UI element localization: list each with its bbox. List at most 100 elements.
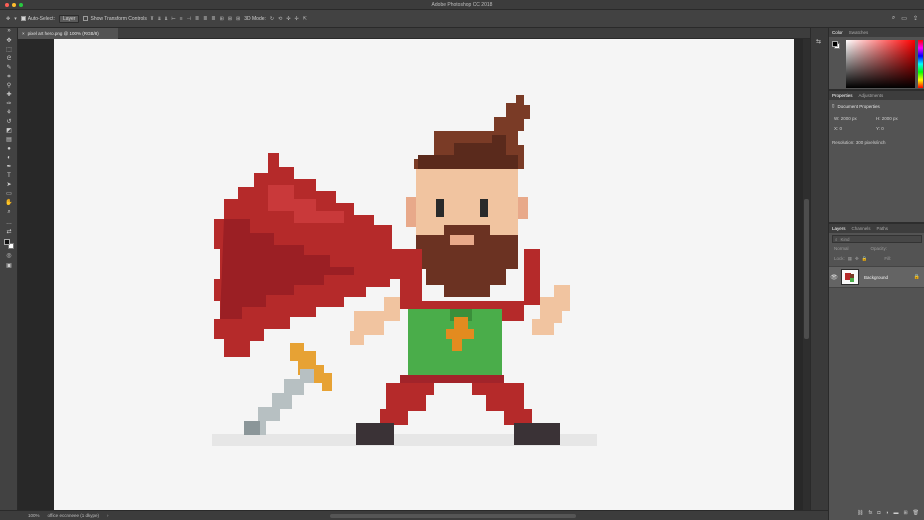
marquee-tool-icon[interactable]: ⬚ [5, 47, 13, 54]
status-bar: 100% office eccnneee (1 dkype) › [0, 510, 828, 520]
distribute-center-icon[interactable]: ⊞ [228, 16, 232, 22]
chevron-down-icon[interactable]: ▾ [14, 16, 17, 22]
y-field[interactable]: Y: 0 [876, 126, 884, 131]
fill-label[interactable]: Fill: [884, 256, 891, 264]
3d-scale-icon[interactable]: ⇱ [303, 16, 307, 22]
eraser-tool-icon[interactable]: ◩ [5, 128, 13, 135]
lock-position-icon[interactable]: ✥ [855, 256, 859, 264]
y-label: Y: [876, 126, 881, 131]
pen-tool-icon[interactable]: ✒ [5, 164, 13, 171]
tab-paths[interactable]: Paths [877, 226, 889, 231]
document-info[interactable]: office eccnneee (1 dkype) [48, 513, 99, 518]
tab-swatches[interactable]: Swatches [849, 30, 869, 35]
layer-style-icon[interactable]: fx [868, 510, 872, 516]
distribute-middle-icon[interactable]: ≣ [203, 16, 207, 22]
zoom-tool-icon[interactable]: ⌕ [5, 209, 13, 216]
workspace-icon[interactable]: ▭ [901, 15, 907, 22]
collapse-panels-icon[interactable]: ⇆ [816, 38, 821, 45]
blend-mode-dropdown[interactable]: Normal [834, 246, 849, 254]
color-swatches[interactable] [4, 239, 14, 249]
new-layer-icon[interactable]: ⊞ [903, 510, 907, 516]
filter-kind[interactable]: Kind [841, 237, 850, 242]
rectangle-tool-icon[interactable]: ▭ [5, 191, 13, 198]
document-canvas[interactable] [54, 39, 794, 510]
history-brush-tool-icon[interactable]: ↺ [5, 119, 13, 126]
zoom-level[interactable]: 100% [28, 513, 40, 518]
dodge-tool-icon[interactable]: ◐ [5, 155, 13, 162]
color-fg-bg[interactable] [832, 41, 840, 49]
x-value: 0 [839, 126, 843, 131]
tab-adjustments[interactable]: Adjustments [859, 93, 884, 98]
distribute-bottom-icon[interactable]: ≣ [211, 16, 215, 22]
eyedropper-tool-icon[interactable]: ⚲ [5, 83, 13, 90]
align-top-icon[interactable]: ⫪ [151, 16, 154, 22]
hand-tool-icon[interactable]: ✋ [5, 200, 13, 207]
align-middle-icon[interactable]: ⫫ [158, 16, 161, 22]
align-right-icon[interactable]: ⊣ [187, 16, 191, 22]
layer-name[interactable]: Background [864, 275, 914, 280]
horizontal-scrollbar[interactable] [330, 514, 576, 518]
show-transform-checkbox[interactable]: Show Transform Controls [83, 16, 147, 22]
screen-mode-icon[interactable]: ▣ [5, 263, 13, 270]
x-field[interactable]: X: 0 [834, 126, 842, 131]
lock-all-icon[interactable]: 🔒 [862, 256, 868, 264]
canvas-area[interactable] [18, 39, 810, 510]
tab-properties[interactable]: Properties [832, 93, 853, 98]
move-tool-icon[interactable]: ✥ [5, 38, 13, 45]
clone-stamp-tool-icon[interactable]: ⚘ [5, 110, 13, 117]
color-picker-field[interactable] [846, 40, 915, 88]
vertical-scroll-thumb[interactable] [804, 199, 809, 339]
blur-tool-icon[interactable]: ● [5, 146, 13, 153]
align-bottom-icon[interactable]: ⫫ [165, 16, 168, 22]
add-mask-icon[interactable]: ◘ [877, 510, 880, 516]
delete-layer-icon[interactable]: 🗑 [913, 510, 919, 516]
swap-colors-icon[interactable]: ⇄ [5, 229, 13, 236]
adjustment-layer-icon[interactable]: ◑ [885, 510, 888, 516]
auto-select-checkbox[interactable]: Auto-Select: [20, 16, 55, 22]
link-layers-icon[interactable]: ⛓ [857, 510, 863, 516]
lock-pixels-icon[interactable]: ▦ [848, 256, 852, 264]
3d-rotate-icon[interactable]: ↻ [270, 16, 274, 22]
3d-slide-icon[interactable]: ✢ [295, 16, 299, 22]
tab-channels[interactable]: Channels [852, 226, 871, 231]
gradient-tool-icon[interactable]: ▤ [5, 137, 13, 144]
search-icon[interactable]: ⌕ [892, 15, 895, 22]
3d-mode-label: 3D Mode: [244, 15, 266, 22]
visibility-eye-icon[interactable]: 👁 [829, 274, 839, 281]
tab-close-icon[interactable]: × [22, 31, 25, 36]
quick-mask-icon[interactable]: ◎ [5, 253, 13, 260]
auto-select-dropdown[interactable]: Layer [58, 14, 80, 23]
vertical-scrollbar[interactable] [803, 39, 810, 510]
hue-slider[interactable] [918, 40, 923, 88]
share-icon[interactable]: ⇪ [913, 15, 918, 22]
align-left-icon[interactable]: ⊢ [171, 16, 175, 22]
crop-tool-icon[interactable]: ⌗ [5, 74, 13, 81]
healing-brush-tool-icon[interactable]: ✚ [5, 92, 13, 99]
more-tools-icon[interactable]: … [5, 220, 13, 227]
distribute-right-icon[interactable]: ⊞ [236, 16, 240, 22]
brush-tool-icon[interactable]: ✑ [5, 101, 13, 108]
distribute-left-icon[interactable]: ⊞ [220, 16, 224, 22]
align-center-icon[interactable]: ≡ [180, 16, 183, 22]
width-field[interactable]: W: 2000 px [834, 116, 857, 121]
height-field[interactable]: H: 2000 px [876, 116, 898, 121]
tab-color[interactable]: Color [832, 30, 843, 35]
layer-filter[interactable]: ⌕ Kind [832, 235, 922, 243]
distribute-top-icon[interactable]: ≣ [195, 16, 199, 22]
opacity-label[interactable]: Opacity: [871, 246, 888, 254]
document-tab[interactable]: × pixel art hero.png @ 100% (RGB/8) [18, 28, 118, 39]
foreground-color-swatch[interactable] [4, 239, 10, 245]
type-tool-icon[interactable]: T [5, 173, 13, 180]
quick-selection-tool-icon[interactable]: ✎ [5, 65, 13, 72]
status-arrow-icon[interactable]: › [107, 513, 109, 518]
new-group-icon[interactable]: ▬ [893, 510, 898, 516]
3d-roll-icon[interactable]: ⟲ [278, 16, 282, 22]
path-selection-tool-icon[interactable]: ➤ [5, 182, 13, 189]
3d-pan-icon[interactable]: ✣ [286, 16, 290, 22]
tab-layers[interactable]: Layers [832, 226, 846, 231]
move-tool-icon[interactable]: ✥ [6, 16, 10, 22]
collapse-icon[interactable]: » [5, 28, 13, 35]
lasso-tool-icon[interactable]: ᘓ [5, 56, 13, 63]
foreground-color-swatch[interactable] [832, 41, 838, 47]
layer-row-background[interactable]: 👁 Background 🔒 [829, 266, 924, 288]
